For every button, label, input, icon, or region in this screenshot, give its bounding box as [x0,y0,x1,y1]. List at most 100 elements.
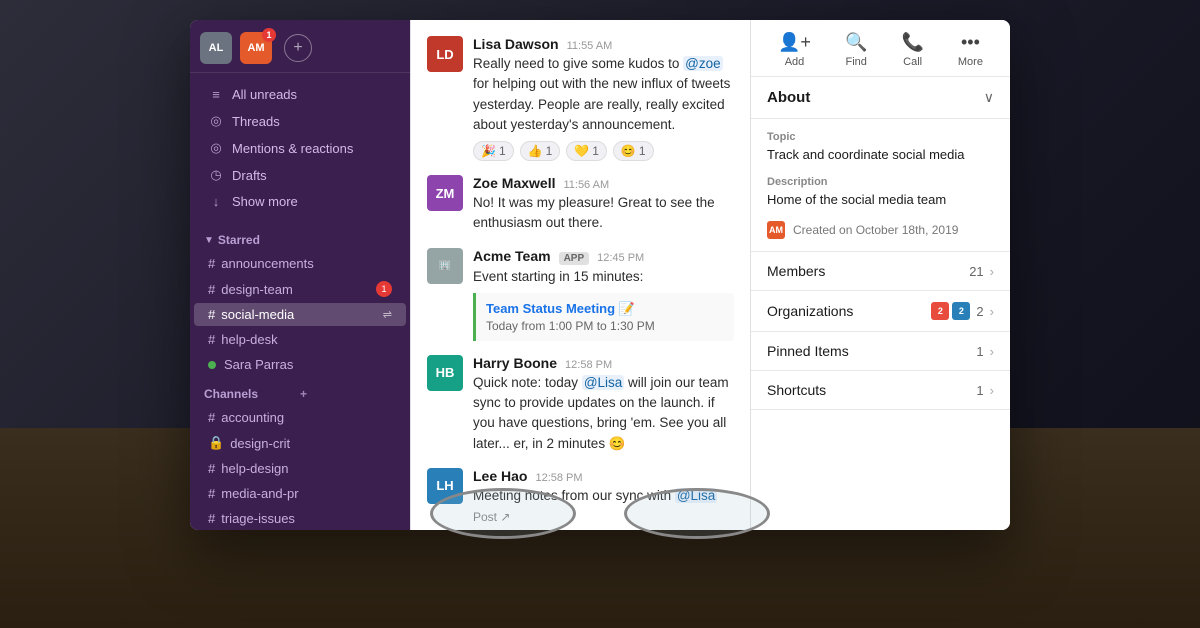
about-section: About ∨ Topic Track and coordinate socia… [751,77,1010,530]
channel-triage-issues[interactable]: # triage-issues [194,507,406,530]
call-button[interactable]: 📞 Call [901,32,923,68]
chat-area: LD Lisa Dawson 11:55 AM Really need to g… [410,20,750,530]
design-team-badge: 1 [376,281,392,297]
am-badge: 1 [262,28,276,42]
channel-accounting[interactable]: # accounting [194,406,406,429]
created-row: AM Created on October 18th, 2019 [767,221,994,239]
user-avatar-al[interactable]: AL [200,32,232,64]
message-text: No! It was my pleasure! Great to see the… [473,193,734,234]
about-header[interactable]: About ∨ [751,77,1010,119]
message-text: Quick note: today @Lisa will join our te… [473,373,734,454]
message-list: LD Lisa Dawson 11:55 AM Really need to g… [411,20,750,530]
chevron-right-icon: › [990,264,994,279]
members-row[interactable]: Members 21 › [751,252,1010,291]
message-time: 12:45 PM [597,252,644,264]
channels-section-header[interactable]: Channels + [190,377,410,405]
channel-announcements[interactable]: # announcements [194,252,406,275]
add-workspace-button[interactable]: + [284,34,312,62]
chevron-right-icon: › [990,383,994,398]
topic-label: Topic [767,131,994,143]
menu-icon: ≡ [208,87,224,102]
pinned-items-row[interactable]: Pinned Items 1 › [751,332,1010,371]
message-text: Really need to give some kudos to @zoe f… [473,54,734,135]
sidebar-item-all-unreads[interactable]: ≡ All unreads [194,82,406,107]
event-time: Today from 1:00 PM to 1:30 PM [486,319,724,333]
org-badge-1: 2 [931,302,949,320]
channel-media-and-pr[interactable]: # media-and-pr [194,482,406,505]
user-avatar-am[interactable]: AM 1 [240,32,272,64]
message-zoe-maxwell: ZM Zoe Maxwell 11:56 AM No! It was my pl… [427,175,734,234]
add-person-icon: 👤+ [778,32,811,53]
right-sidebar: 👤+ Add 🔍 Find 📞 Call ••• More About ∨ [750,20,1010,530]
channel-social-media[interactable]: # social-media ⇌ [194,303,406,326]
message-author: Acme Team [473,248,551,264]
bookmark-icon: ⇌ [383,308,392,321]
message-author: Harry Boone [473,355,557,371]
sidebar-top: AL AM 1 + [190,20,410,73]
pinned-items-label: Pinned Items [767,343,976,359]
threads-icon: ◎ [208,113,224,129]
add-button[interactable]: 👤+ Add [778,32,811,68]
message-text: Event starting in 15 minutes: [473,267,734,287]
chevron-right-icon: › [990,304,994,319]
organizations-label: Organizations [767,303,931,319]
channel-design-crit[interactable]: 🔒 design-crit [194,431,406,455]
reaction-party[interactable]: 🎉1 [473,141,514,161]
chevron-down-icon: ▼ [204,235,214,246]
description-label: Description [767,176,994,188]
reaction-heart[interactable]: 💛1 [566,141,607,161]
online-status-dot [208,361,216,369]
message-author: Lisa Dawson [473,36,559,52]
starred-section-header[interactable]: ▼ Starred [190,223,410,251]
description-value: Home of the social media team [767,191,994,209]
organizations-row[interactable]: Organizations 2 2 2 › [751,291,1010,332]
event-card[interactable]: Team Status Meeting 📝 Today from 1:00 PM… [473,293,734,341]
message-acme-team: 🏢 Acme Team APP 12:45 PM Event starting … [427,248,734,341]
more-button[interactable]: ••• More [958,32,983,68]
shortcuts-count: 1 [976,383,983,398]
avatar-zoe-maxwell: ZM [427,175,463,211]
mention-zoe: @zoe [683,56,722,71]
channel-design-team[interactable]: # design-team 1 [194,277,406,301]
reactions-row: 🎉1 👍1 💛1 😊1 [473,141,734,161]
phone-icon: 📞 [901,32,923,53]
reaction-smile[interactable]: 😊1 [613,141,654,161]
find-icon: 🔍 [845,32,867,53]
org-badge-2: 2 [952,302,970,320]
event-title: Team Status Meeting 📝 [486,301,724,317]
find-button[interactable]: 🔍 Find [845,32,867,68]
message-time: 11:56 AM [563,179,609,191]
app-badge: APP [559,252,590,265]
sidebar: AL AM 1 + ≡ All unreads ◎ Threads ◎ Ment… [190,20,410,530]
message-author: Zoe Maxwell [473,175,555,191]
created-text: Created on October 18th, 2019 [793,223,958,237]
message-harry-boone: HB Harry Boone 12:58 PM Quick note: toda… [427,355,734,454]
shortcuts-label: Shortcuts [767,382,976,398]
message-lisa-dawson: LD Lisa Dawson 11:55 AM Really need to g… [427,36,734,161]
dm-sara-parras[interactable]: Sara Parras [194,353,406,376]
add-channel-button[interactable]: + [300,387,396,401]
message-time: 11:55 AM [567,40,613,52]
members-label: Members [767,263,969,279]
shortcuts-row[interactable]: Shortcuts 1 › [751,371,1010,410]
message-time: 12:58 PM [565,359,612,371]
channel-help-desk[interactable]: # help-desk [194,328,406,351]
members-count: 21 [969,264,983,279]
sidebar-item-drafts[interactable]: ◷ Drafts [194,162,406,188]
more-dots-icon: ••• [961,32,980,53]
creator-avatar: AM [767,221,785,239]
org-count: 2 [976,304,983,319]
avatar-harry-boone: HB [427,355,463,391]
reaction-thumbs[interactable]: 👍1 [520,141,561,161]
sidebar-item-threads[interactable]: ◎ Threads [194,108,406,134]
drafts-icon: ◷ [208,167,224,183]
sidebar-nav: ≡ All unreads ◎ Threads ◎ Mentions & rea… [190,73,410,223]
mentions-icon: ◎ [208,140,224,156]
about-content: Topic Track and coordinate social media … [751,119,1010,252]
channel-help-design[interactable]: # help-design [194,457,406,480]
sidebar-item-show-more[interactable]: ↓ Show more [194,189,406,214]
mention-lisa: @Lisa [582,375,624,390]
sidebar-item-mentions[interactable]: ◎ Mentions & reactions [194,135,406,161]
avatar-acme-team: 🏢 [427,248,463,284]
chevron-down-icon: ∨ [984,89,994,106]
